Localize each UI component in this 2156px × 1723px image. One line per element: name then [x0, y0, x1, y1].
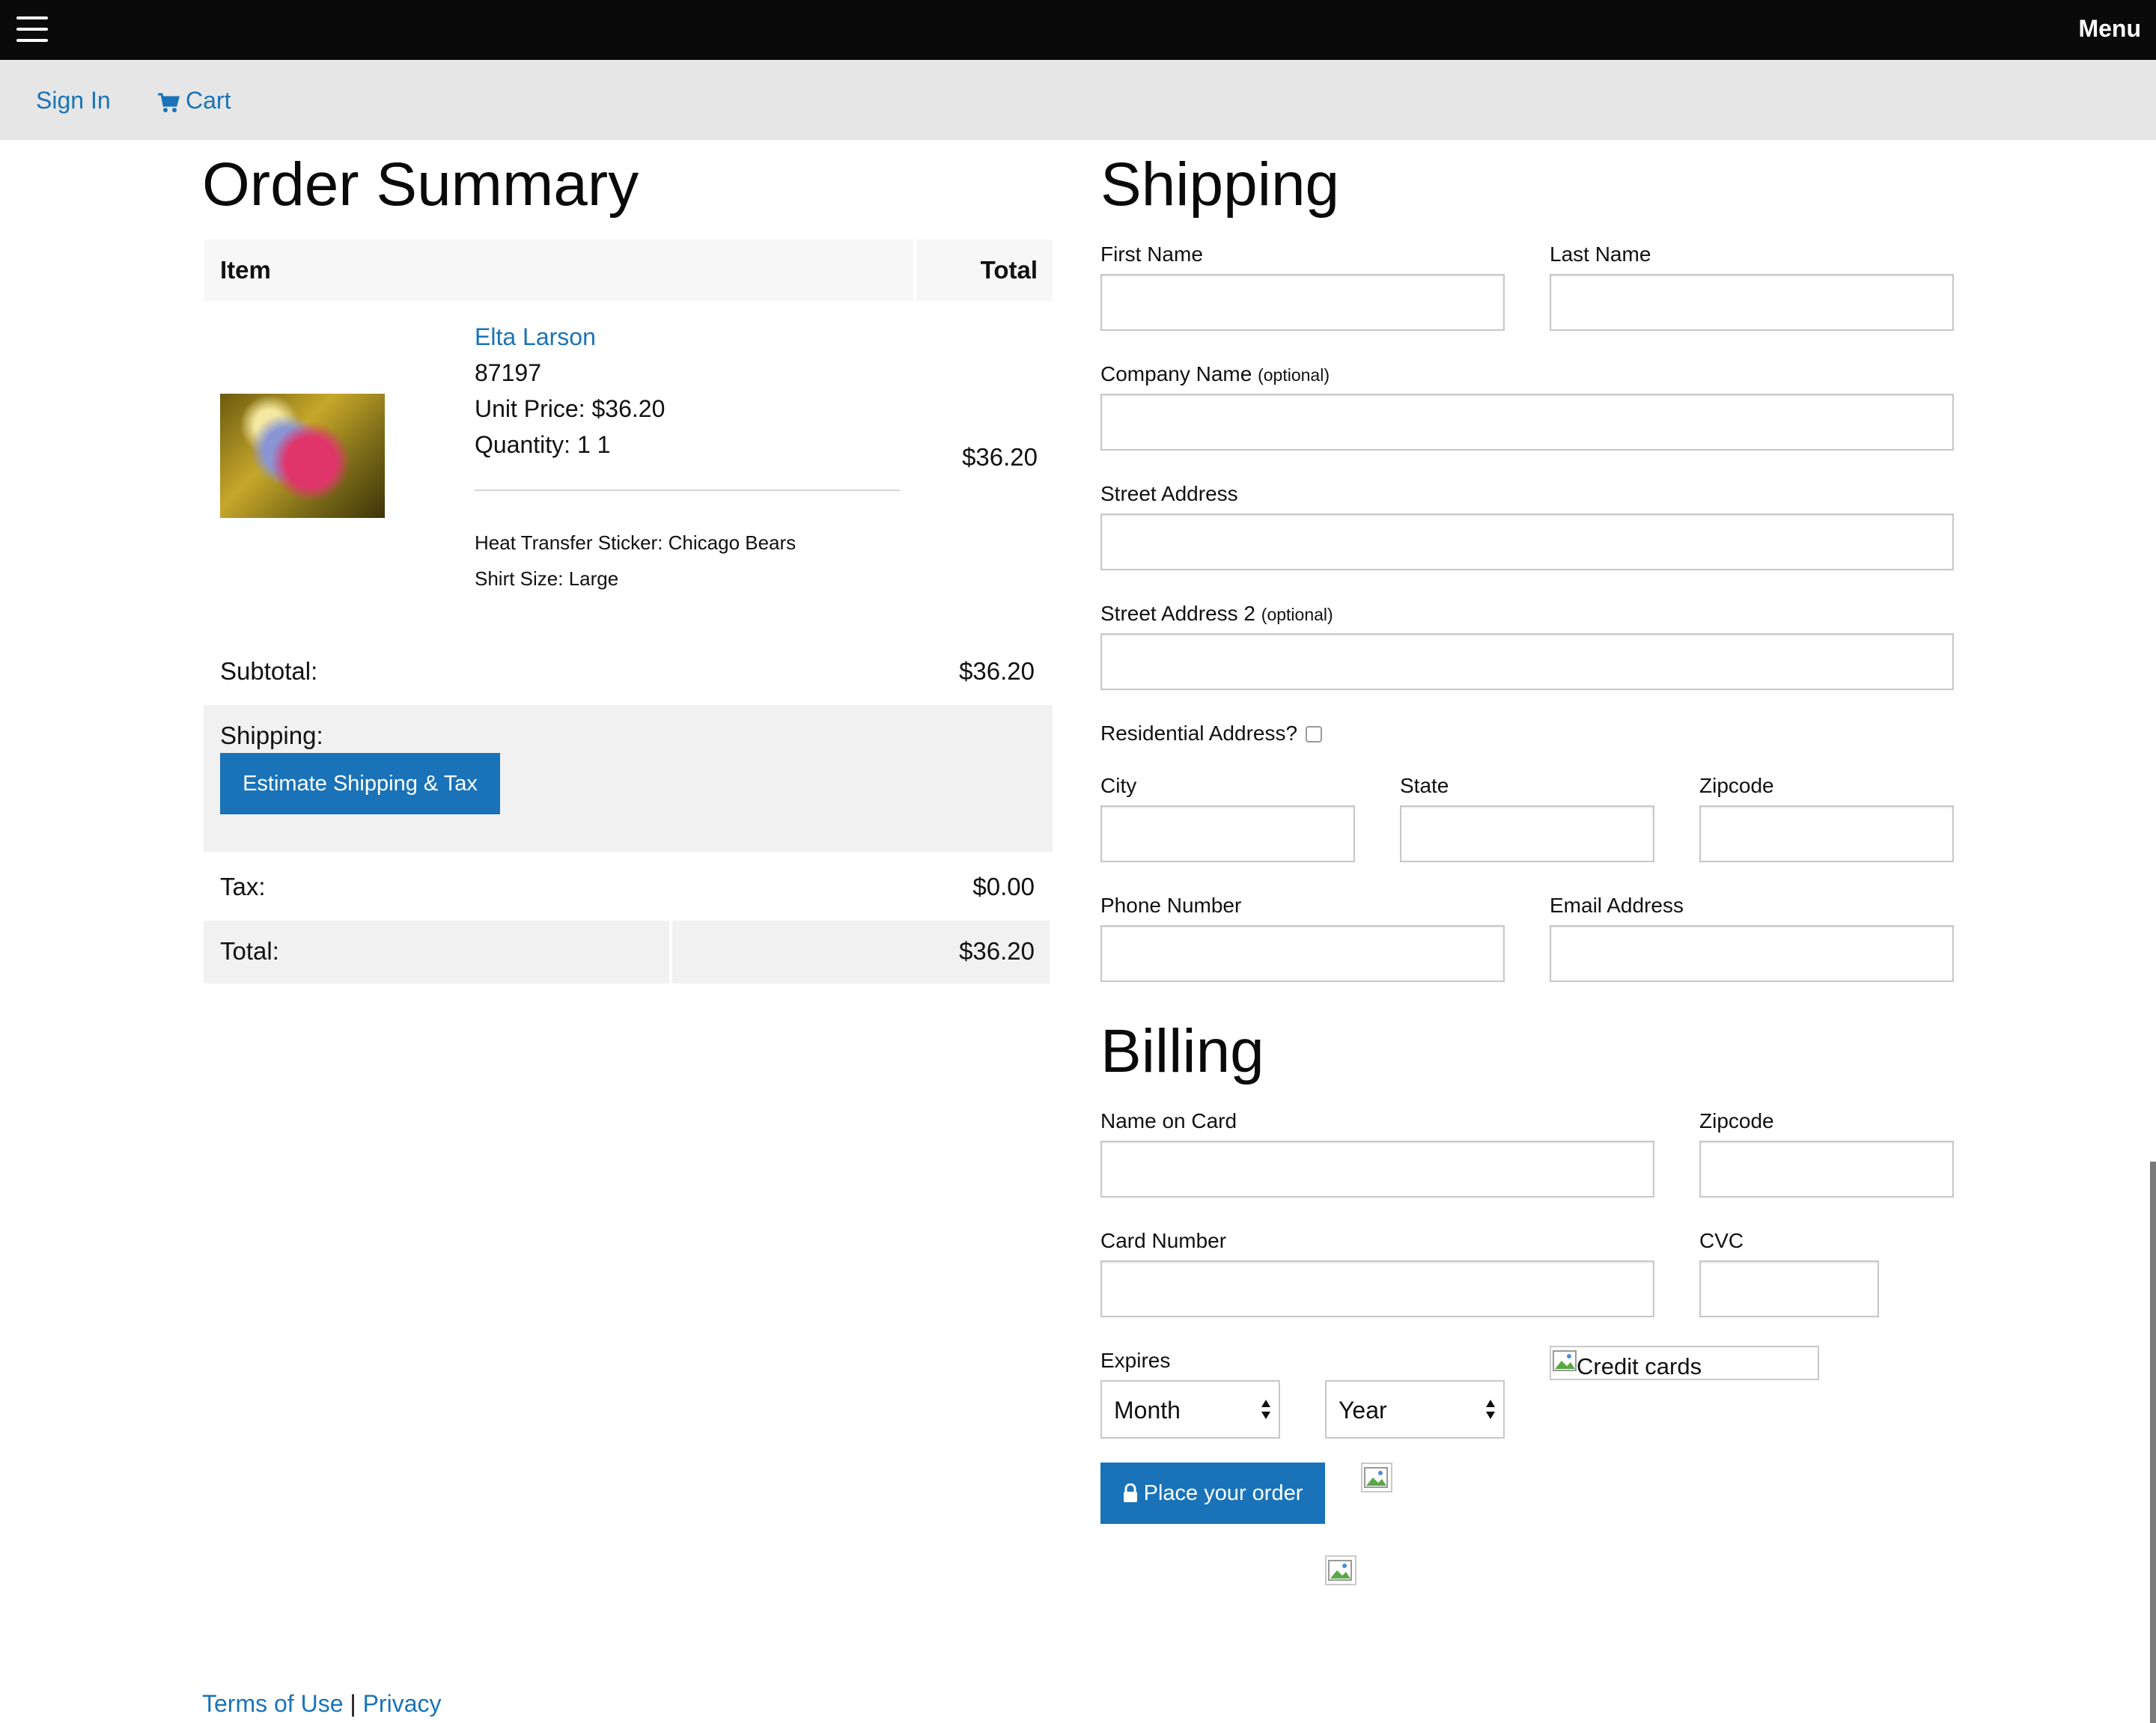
- header-divider: [913, 240, 916, 301]
- first-name-label: First Name: [1100, 243, 1203, 266]
- shipping-zip-input[interactable]: [1699, 805, 1954, 862]
- subtotal-label: Subtotal:: [220, 657, 318, 685]
- name-on-card-label: Name on Card: [1100, 1109, 1237, 1132]
- product-thumbnail[interactable]: [220, 394, 385, 518]
- total-label: Total:: [220, 937, 279, 965]
- col-item-header: Item: [220, 256, 271, 284]
- page-scrollbar[interactable]: [2150, 1162, 2156, 1723]
- place-order-button[interactable]: Place your order: [1100, 1463, 1325, 1524]
- footer-separator: |: [350, 1690, 356, 1717]
- street-input[interactable]: [1100, 513, 1954, 570]
- secure-seal-image: [1361, 1463, 1392, 1492]
- subtotal-value: $36.20: [959, 657, 1035, 685]
- expiry-month-value: Month: [1114, 1397, 1181, 1424]
- expiry-year-select[interactable]: Year: [1325, 1380, 1505, 1439]
- company-optional-hint: (optional): [1258, 365, 1330, 385]
- privacy-link[interactable]: Privacy: [363, 1690, 442, 1717]
- billing-zip-input[interactable]: [1699, 1141, 1954, 1198]
- cvc-input[interactable]: [1699, 1260, 1879, 1317]
- street-label: Street Address: [1100, 482, 1238, 505]
- email-label: Email Address: [1550, 894, 1684, 917]
- residential-checkbox[interactable]: [1306, 726, 1322, 742]
- name-on-card-input[interactable]: [1100, 1141, 1654, 1198]
- item-divider: [475, 490, 900, 491]
- menu-button[interactable]: Menu: [2078, 15, 2141, 43]
- street2-optional-hint: (optional): [1261, 605, 1333, 624]
- credit-cards-image: Credit cards: [1550, 1346, 1819, 1380]
- line-total: $36.20: [962, 443, 1038, 471]
- product-name-link[interactable]: Elta Larson: [475, 323, 596, 351]
- credit-cards-alt: Credit cards: [1577, 1353, 1702, 1379]
- lock-icon: [1123, 1483, 1137, 1502]
- terms-link[interactable]: Terms of Use: [202, 1690, 343, 1717]
- option-shirt-size: Shirt Size: Large: [475, 567, 619, 590]
- total-value-cell: $36.20: [672, 921, 1050, 984]
- shipping-zip-label: Zipcode: [1699, 774, 1774, 797]
- col-total-header: Total: [980, 256, 1038, 284]
- last-name-label: Last Name: [1550, 243, 1651, 266]
- hamburger-menu-icon[interactable]: [16, 15, 48, 43]
- company-label: Company Name (optional): [1100, 362, 1330, 386]
- tax-label: Tax:: [220, 873, 266, 900]
- estimate-shipping-button[interactable]: Estimate Shipping & Tax: [220, 753, 500, 814]
- cvc-label: CVC: [1699, 1229, 1744, 1252]
- billing-heading: Billing: [1100, 1017, 1264, 1085]
- badge-image: [1325, 1555, 1356, 1585]
- phone-input[interactable]: [1100, 925, 1505, 982]
- shipping-row: Shipping: Estimate Shipping & Tax: [204, 705, 1053, 852]
- state-input[interactable]: [1400, 805, 1654, 862]
- sign-in-link[interactable]: Sign In: [36, 87, 111, 115]
- summary-table-header: Item Total: [204, 240, 1053, 301]
- last-name-input[interactable]: [1550, 274, 1954, 331]
- broken-image-icon: [1553, 1350, 1577, 1371]
- place-order-label: Place your order: [1143, 1480, 1303, 1505]
- state-label: State: [1400, 774, 1449, 797]
- sub-nav: Sign In Cart: [0, 60, 2156, 140]
- select-arrows-icon: [1261, 1400, 1270, 1419]
- company-label-text: Company Name: [1100, 362, 1252, 385]
- city-input[interactable]: [1100, 805, 1355, 862]
- card-number-label: Card Number: [1100, 1229, 1227, 1252]
- tax-value: $0.00: [972, 873, 1035, 900]
- expiry-year-value: Year: [1339, 1397, 1387, 1424]
- street2-input[interactable]: [1100, 633, 1954, 690]
- company-input[interactable]: [1100, 394, 1954, 451]
- top-bar: Menu: [0, 0, 2156, 60]
- cart-label: Cart: [186, 87, 231, 114]
- expiry-month-select[interactable]: Month: [1100, 1380, 1280, 1439]
- street2-label-text: Street Address 2: [1100, 602, 1256, 625]
- expires-label: Expires: [1100, 1349, 1171, 1372]
- street2-label: Street Address 2 (optional): [1100, 602, 1333, 626]
- first-name-input[interactable]: [1100, 274, 1505, 331]
- residential-label: Residential Address?: [1100, 722, 1298, 745]
- billing-zip-label: Zipcode: [1699, 1109, 1774, 1132]
- product-sku: 87197: [475, 359, 541, 386]
- option-sticker: Heat Transfer Sticker: Chicago Bears: [475, 531, 797, 554]
- unit-price: Unit Price: $36.20: [475, 395, 666, 422]
- footer: Terms of Use | Privacy: [202, 1690, 441, 1718]
- shipping-heading: Shipping: [1100, 150, 1340, 219]
- cart-link[interactable]: Cart: [157, 87, 231, 115]
- email-input[interactable]: [1550, 925, 1954, 982]
- card-number-input[interactable]: [1100, 1260, 1654, 1317]
- total-label-cell: Total:: [204, 921, 669, 984]
- broken-image-icon: [1364, 1467, 1388, 1488]
- city-label: City: [1100, 774, 1137, 797]
- total-value: $36.20: [959, 937, 1035, 965]
- shipping-label: Shipping:: [220, 722, 323, 749]
- quantity: Quantity: 1 1: [475, 431, 611, 458]
- broken-image-icon: [1328, 1560, 1352, 1581]
- select-arrows-icon: [1486, 1400, 1495, 1419]
- order-summary-heading: Order Summary: [202, 150, 639, 219]
- phone-label: Phone Number: [1100, 894, 1242, 917]
- cart-icon: [158, 93, 180, 112]
